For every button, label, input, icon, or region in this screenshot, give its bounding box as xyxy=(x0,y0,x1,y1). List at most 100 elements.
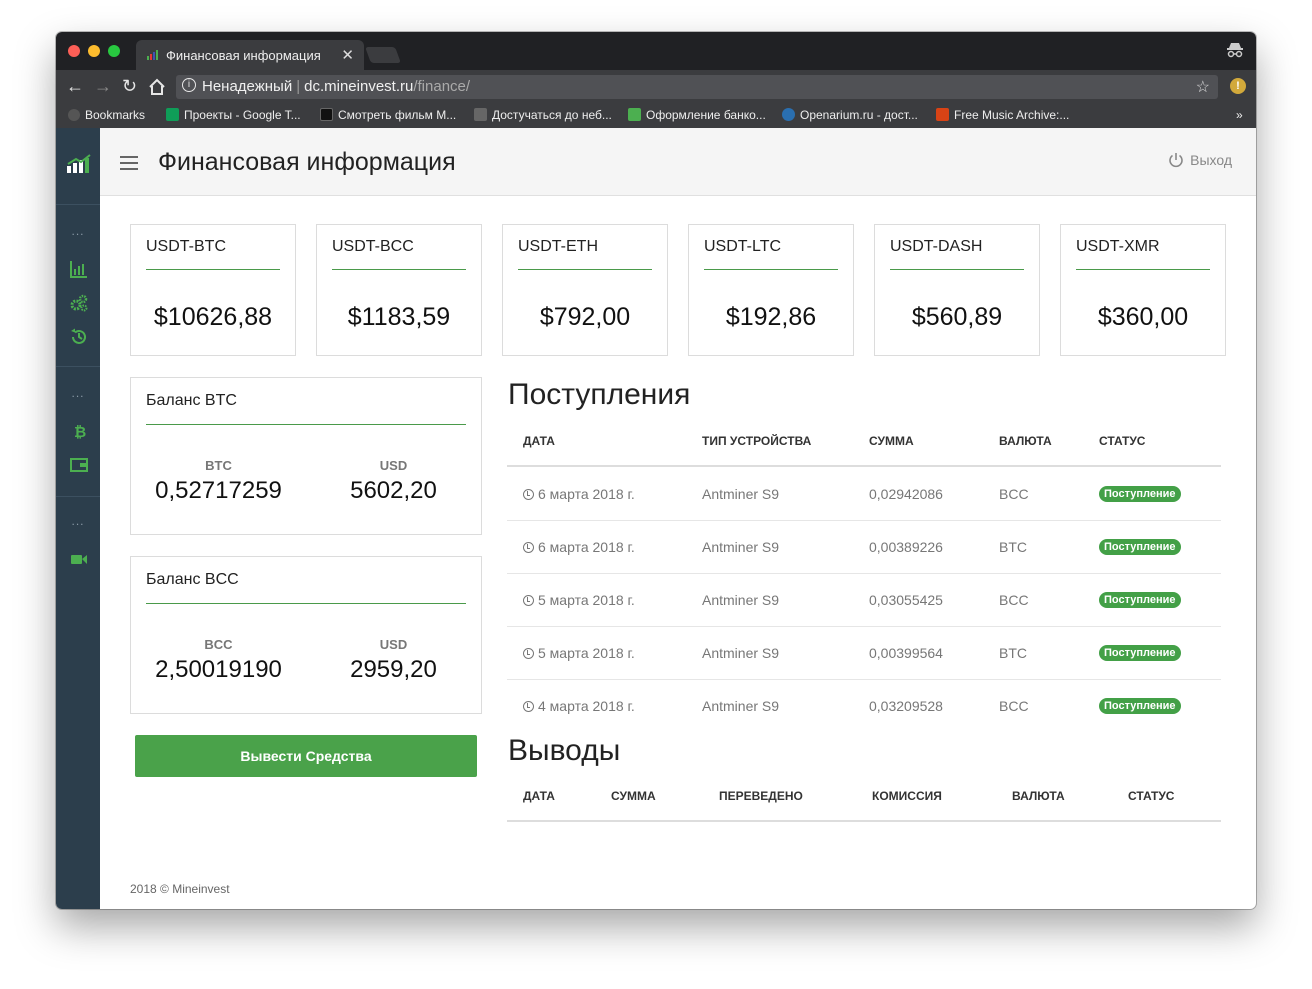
site-favicon-icon xyxy=(147,50,158,60)
balance-title: Баланс BCC xyxy=(146,571,239,588)
checkmark-icon xyxy=(628,108,641,121)
history-icon[interactable] xyxy=(70,328,88,346)
power-icon xyxy=(1169,153,1183,168)
bitcoin-icon[interactable]: ₿ xyxy=(70,422,88,440)
browser-titlebar: Финансовая информация ✕ xyxy=(56,32,1256,70)
income-row-device: Antminer S9 xyxy=(702,486,780,502)
logout-button[interactable]: Выход xyxy=(1168,152,1232,168)
ticker-card-usdt-bcc: USDT-BCC $1183,59 xyxy=(316,224,482,356)
bookmark-heaven[interactable]: Достучаться до неб... xyxy=(474,108,612,122)
ticker-card-usdt-eth: USDT-ETH $792,00 xyxy=(502,224,668,356)
film-icon xyxy=(474,108,487,121)
balance-usd-amount: 2959,20 xyxy=(350,656,437,683)
income-row-amount: 0,03209528 xyxy=(869,698,943,714)
income-section-title: Поступления xyxy=(508,378,691,411)
bookmark-star-icon[interactable]: ☆ xyxy=(1196,77,1210,97)
bookmarks-bar: Bookmarks Проекты - Google T... Смотреть… xyxy=(56,104,1256,128)
income-row-device: Antminer S9 xyxy=(702,592,780,608)
withdrawals-col-status: СТАТУС xyxy=(1128,789,1175,803)
incognito-icon xyxy=(1227,43,1243,58)
income-col-date: ДАТА xyxy=(523,434,555,448)
balance-divider xyxy=(146,424,466,425)
income-row-device: Antminer S9 xyxy=(702,698,780,714)
ticker-label: USDT-DASH xyxy=(890,238,983,255)
income-col-device: ТИП УСТРОЙСТВА xyxy=(702,434,812,448)
maximize-window-button[interactable] xyxy=(108,45,120,57)
sidebar-group-dots: ... xyxy=(71,514,85,528)
bookmark-apps[interactable]: Bookmarks xyxy=(68,108,145,122)
income-row-date: 4 марта 2018 г. xyxy=(523,698,635,714)
income-row-amount: 0,00399564 xyxy=(869,645,943,661)
balance-usd: USD 5602,20 xyxy=(306,458,481,505)
withdrawals-col-amount: СУММА xyxy=(611,789,656,803)
ticker-label: USDT-BCC xyxy=(332,238,414,255)
security-label: Ненадежный xyxy=(202,78,293,95)
clock-icon xyxy=(523,701,534,712)
address-bar[interactable]: i Ненадежный | dc.mineinvest.ru/finance/ ☆ xyxy=(176,75,1218,99)
sidebar-divider xyxy=(56,204,100,205)
income-row-date: 6 марта 2018 г. xyxy=(523,486,635,502)
bookmark-fma[interactable]: Free Music Archive:... xyxy=(936,108,1069,122)
footer-copyright: 2018 © Mineinvest xyxy=(130,882,230,896)
minimize-window-button[interactable] xyxy=(88,45,100,57)
ticker-value: $360,00 xyxy=(1097,303,1189,331)
table-header-border xyxy=(507,465,1221,467)
ticker-divider xyxy=(704,269,838,270)
withdraw-funds-button[interactable]: Вывести Средства xyxy=(135,735,477,777)
balance-usd-label: USD xyxy=(379,637,408,652)
wallet-icon[interactable] xyxy=(70,456,88,474)
balance-crypto: BTC 0,52717259 xyxy=(131,458,306,505)
ticker-card-usdt-xmr: USDT-XMR $360,00 xyxy=(1060,224,1226,356)
video-icon[interactable] xyxy=(70,550,88,568)
income-row-currency: BCC xyxy=(999,698,1029,714)
home-icon[interactable] xyxy=(148,78,166,96)
logo-icon[interactable] xyxy=(66,154,92,174)
bookmark-movie[interactable]: Смотреть фильм M... xyxy=(320,108,456,122)
income-col-currency: ВАЛЮТА xyxy=(999,434,1052,448)
balance-divider xyxy=(146,603,466,604)
ticker-label: USDT-ETH xyxy=(518,238,598,255)
withdrawals-col-transferred: ПЕРЕВЕДЕНО xyxy=(719,789,803,803)
clock-icon xyxy=(523,489,534,500)
tab-close-icon[interactable]: ✕ xyxy=(341,46,354,64)
balance-currency: BTC xyxy=(205,458,232,473)
table-row-border xyxy=(507,573,1221,574)
new-tab-button[interactable] xyxy=(365,47,401,63)
reload-icon[interactable]: ↻ xyxy=(122,76,137,96)
chart-icon[interactable] xyxy=(70,260,88,278)
balance-amount: 0,52717259 xyxy=(155,477,282,504)
withdrawals-col-commission: КОМИССИЯ xyxy=(872,789,942,803)
table-row-border xyxy=(507,679,1221,680)
logout-label: Выход xyxy=(1190,152,1232,168)
table-header-border xyxy=(507,820,1221,822)
close-window-button[interactable] xyxy=(68,45,80,57)
gears-icon[interactable] xyxy=(70,294,88,312)
bookmarks-more-icon[interactable]: » xyxy=(1236,108,1243,122)
bookmark-openarium[interactable]: Openarium.ru - дост... xyxy=(782,108,918,122)
page-header: Финансовая информация Выход xyxy=(100,128,1256,196)
hamburger-menu-icon[interactable] xyxy=(120,156,138,170)
ticker-value: $560,89 xyxy=(911,303,1003,331)
ticker-divider xyxy=(146,269,280,270)
balance-title: Баланс BTC xyxy=(146,392,237,409)
info-icon[interactable]: i xyxy=(182,78,196,92)
status-badge: Поступление xyxy=(1099,592,1181,608)
back-arrow-icon[interactable]: ← xyxy=(66,76,84,96)
income-row-amount: 0,03055425 xyxy=(869,592,943,608)
income-row-date: 5 марта 2018 г. xyxy=(523,592,635,608)
ticker-label: USDT-XMR xyxy=(1076,238,1160,255)
clock-icon xyxy=(523,648,534,659)
forward-arrow-icon[interactable]: → xyxy=(94,76,112,96)
income-col-amount: СУММА xyxy=(869,434,914,448)
address-text: Ненадежный | dc.mineinvest.ru/finance/ xyxy=(202,78,471,95)
url-host: dc.mineinvest.ru xyxy=(304,78,414,95)
bookmark-projects[interactable]: Проекты - Google T... xyxy=(166,108,301,122)
ticker-value: $1183,59 xyxy=(347,303,451,331)
bookmark-bank[interactable]: Оформление банко... xyxy=(628,108,766,122)
balance-usd: USD 2959,20 xyxy=(306,637,481,684)
star-icon xyxy=(68,109,80,121)
browser-tab[interactable]: Финансовая информация ✕ xyxy=(136,40,364,70)
extension-icon[interactable]: ! xyxy=(1230,78,1246,94)
table-row-border xyxy=(507,520,1221,521)
balance-card-btc: Баланс BTC BTC 0,52717259 USD 5602,20 xyxy=(130,377,482,535)
